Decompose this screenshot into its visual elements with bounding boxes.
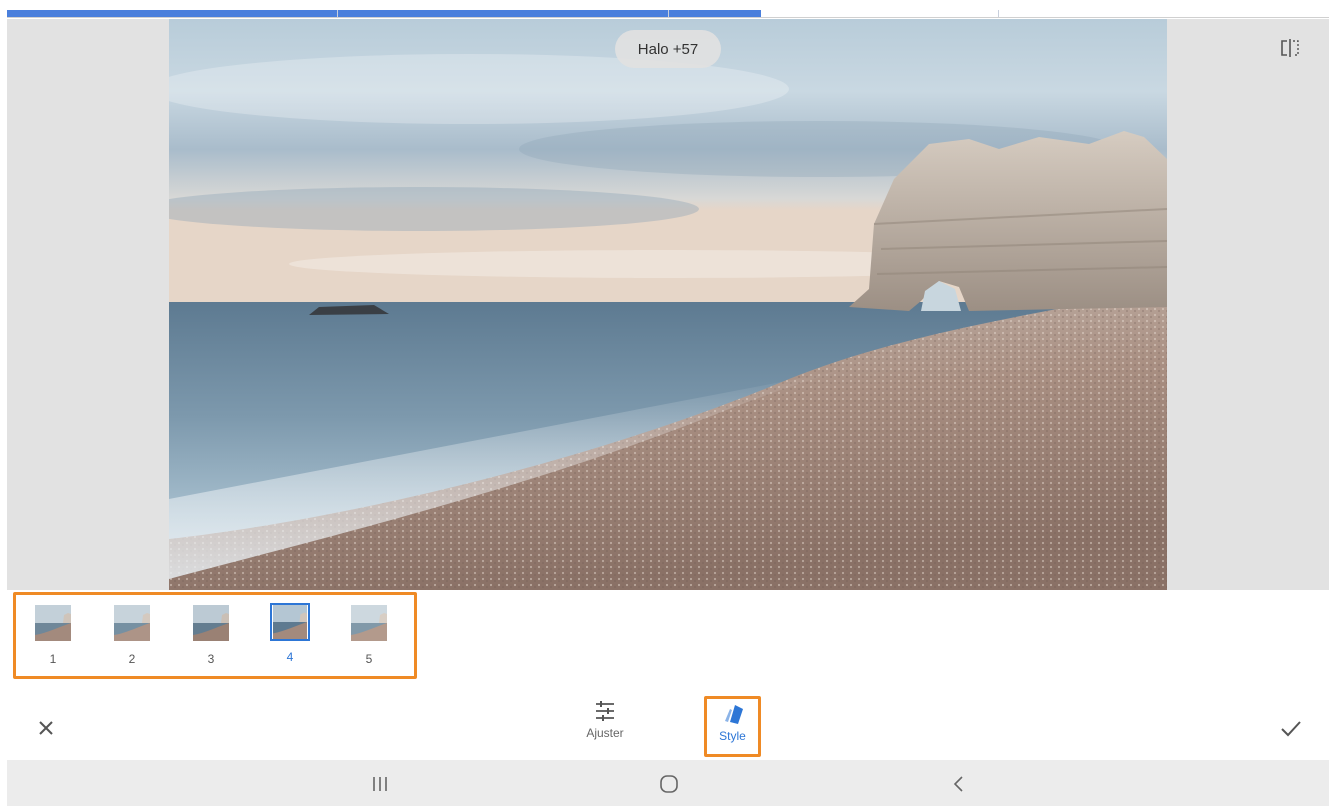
preset-thumbnail xyxy=(33,603,73,643)
preset-1[interactable]: 1 xyxy=(30,603,76,666)
style-presets: 1 2 3 4 5 xyxy=(13,592,417,679)
checkmark-icon[interactable] xyxy=(1278,716,1304,740)
tab-ajuster[interactable]: Ajuster xyxy=(577,700,633,740)
photo-image xyxy=(169,19,1167,590)
recents-icon[interactable] xyxy=(369,773,391,795)
top-divider xyxy=(7,17,1329,18)
back-icon[interactable] xyxy=(948,773,970,795)
preset-thumbnail xyxy=(270,603,310,641)
preset-label: 3 xyxy=(207,652,215,666)
app-window: Halo +57 1 2 3 4 5 Ajuster Style xyxy=(0,0,1335,806)
preset-4[interactable]: 4 xyxy=(267,603,313,664)
preset-thumbnail xyxy=(191,603,231,643)
preset-thumbnail xyxy=(349,603,389,643)
preset-label: 4 xyxy=(286,650,294,664)
tab-label: Ajuster xyxy=(586,726,624,740)
edit-canvas[interactable]: Halo +57 xyxy=(7,19,1329,590)
style-cards-icon xyxy=(724,705,743,724)
preset-2[interactable]: 2 xyxy=(109,603,155,666)
close-icon[interactable] xyxy=(34,716,58,740)
compare-split-icon[interactable] xyxy=(1279,39,1301,57)
home-icon[interactable] xyxy=(658,773,680,795)
system-navigation-bar xyxy=(7,760,1329,806)
preset-3[interactable]: 3 xyxy=(188,603,234,666)
adjustment-value-badge: Halo +57 xyxy=(615,30,721,68)
tab-label: Style xyxy=(719,729,746,743)
preset-label: 5 xyxy=(365,652,373,666)
preset-label: 2 xyxy=(128,652,136,666)
preset-5[interactable]: 5 xyxy=(346,603,392,666)
bottom-toolbar: Ajuster Style xyxy=(0,690,1335,760)
tab-style[interactable]: Style xyxy=(704,696,761,757)
preset-label: 1 xyxy=(49,652,57,666)
sliders-icon xyxy=(596,701,614,721)
preset-thumbnail xyxy=(112,603,152,643)
photo-preview[interactable] xyxy=(169,19,1167,590)
